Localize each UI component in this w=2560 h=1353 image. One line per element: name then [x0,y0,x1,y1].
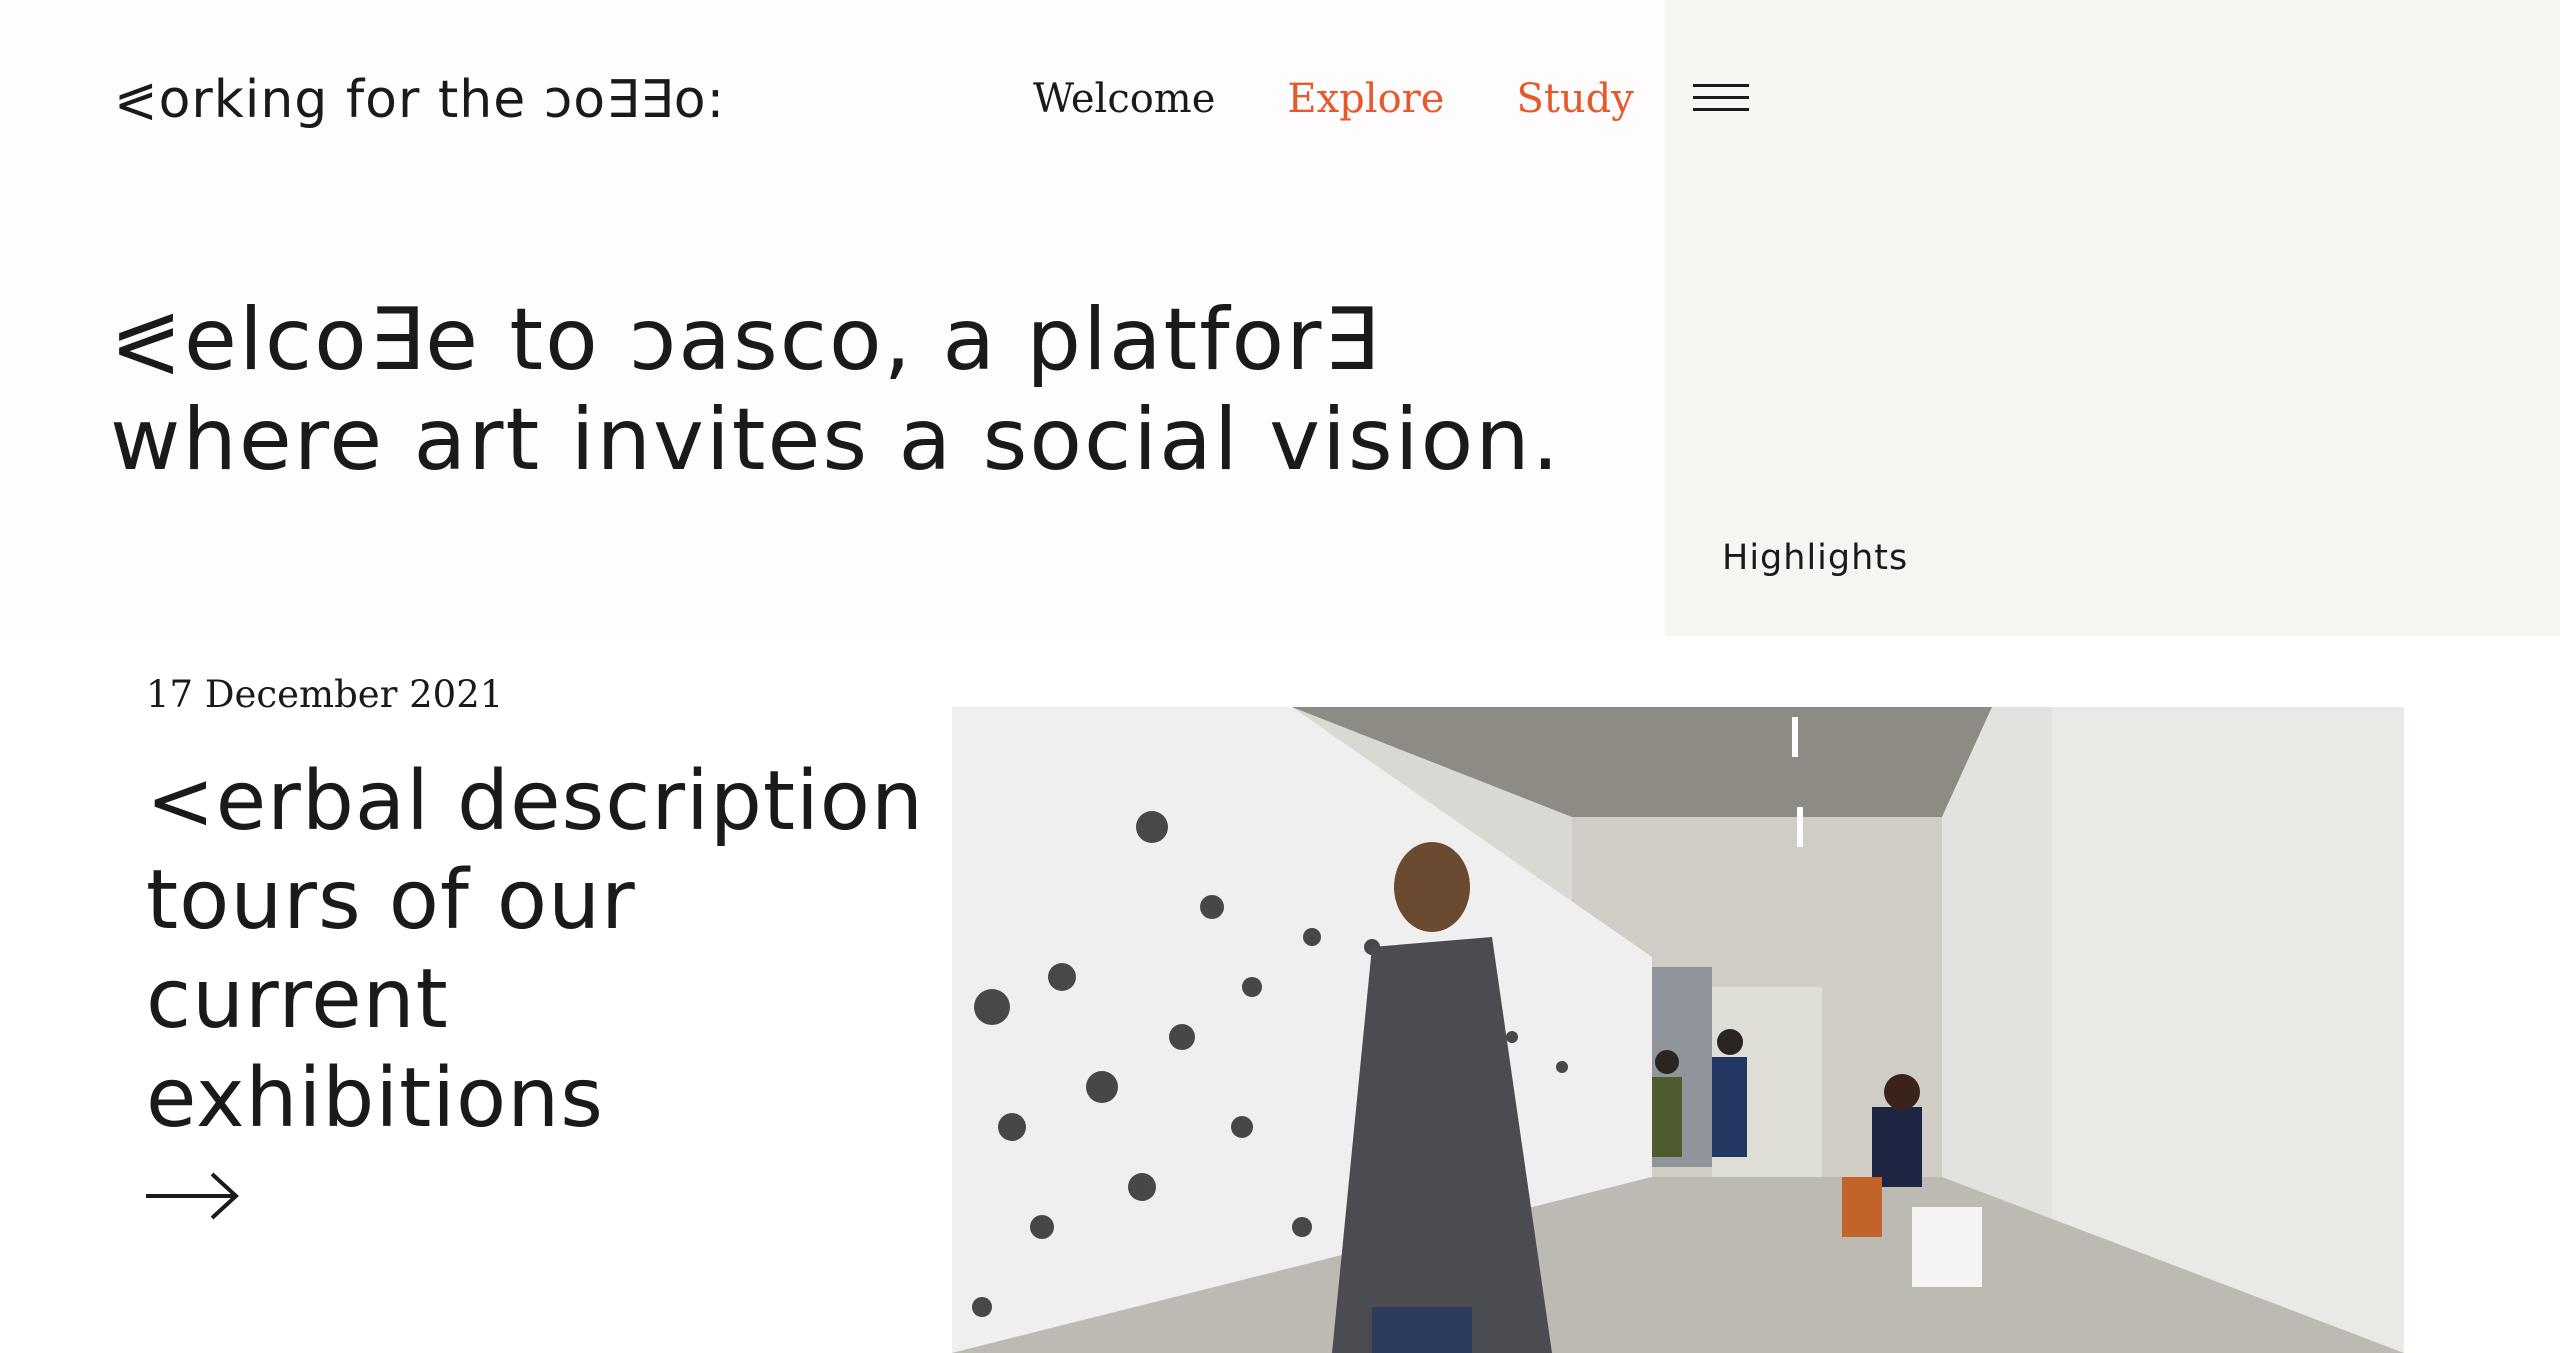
nav-study[interactable]: Study [1516,76,1633,122]
site-title[interactable]: ⪕orking for the ↄo∃∃o: [114,70,725,130]
main-nav: Welcome Explore Study [1033,76,1634,122]
exhibition-photo-illustration [952,707,2404,1353]
post-title-line[interactable]: exhibitions [146,1049,946,1148]
post-title-line[interactable]: tours of our [146,851,946,950]
hero-heading-line: ⪕elco∃e to ↄasco, a platfor∃ [110,290,1380,390]
post-title-line[interactable]: <erbal description [146,752,946,851]
nav-explore[interactable]: Explore [1287,76,1444,122]
exhibition-photo[interactable] [952,707,2404,1353]
nav-welcome[interactable]: Welcome [1033,76,1215,122]
highlights-label[interactable]: Highlights [1722,538,1908,578]
post-title-line[interactable]: current [146,950,946,1049]
post-title[interactable]: <erbal description tours of our current … [146,752,946,1148]
page: ⪕orking for the ↄo∃∃o: Welcome Explore S… [0,0,2560,1353]
arrow-right-icon[interactable] [146,1172,240,1220]
hero-heading-line: where art invites a social vision. [110,390,1562,490]
hamburger-menu-icon[interactable] [1693,84,1749,118]
post-date: 17 December 2021 [146,673,504,716]
hero-heading: ⪕elco∃e to ↄasco, a platfor∃ where art i… [110,290,1610,490]
